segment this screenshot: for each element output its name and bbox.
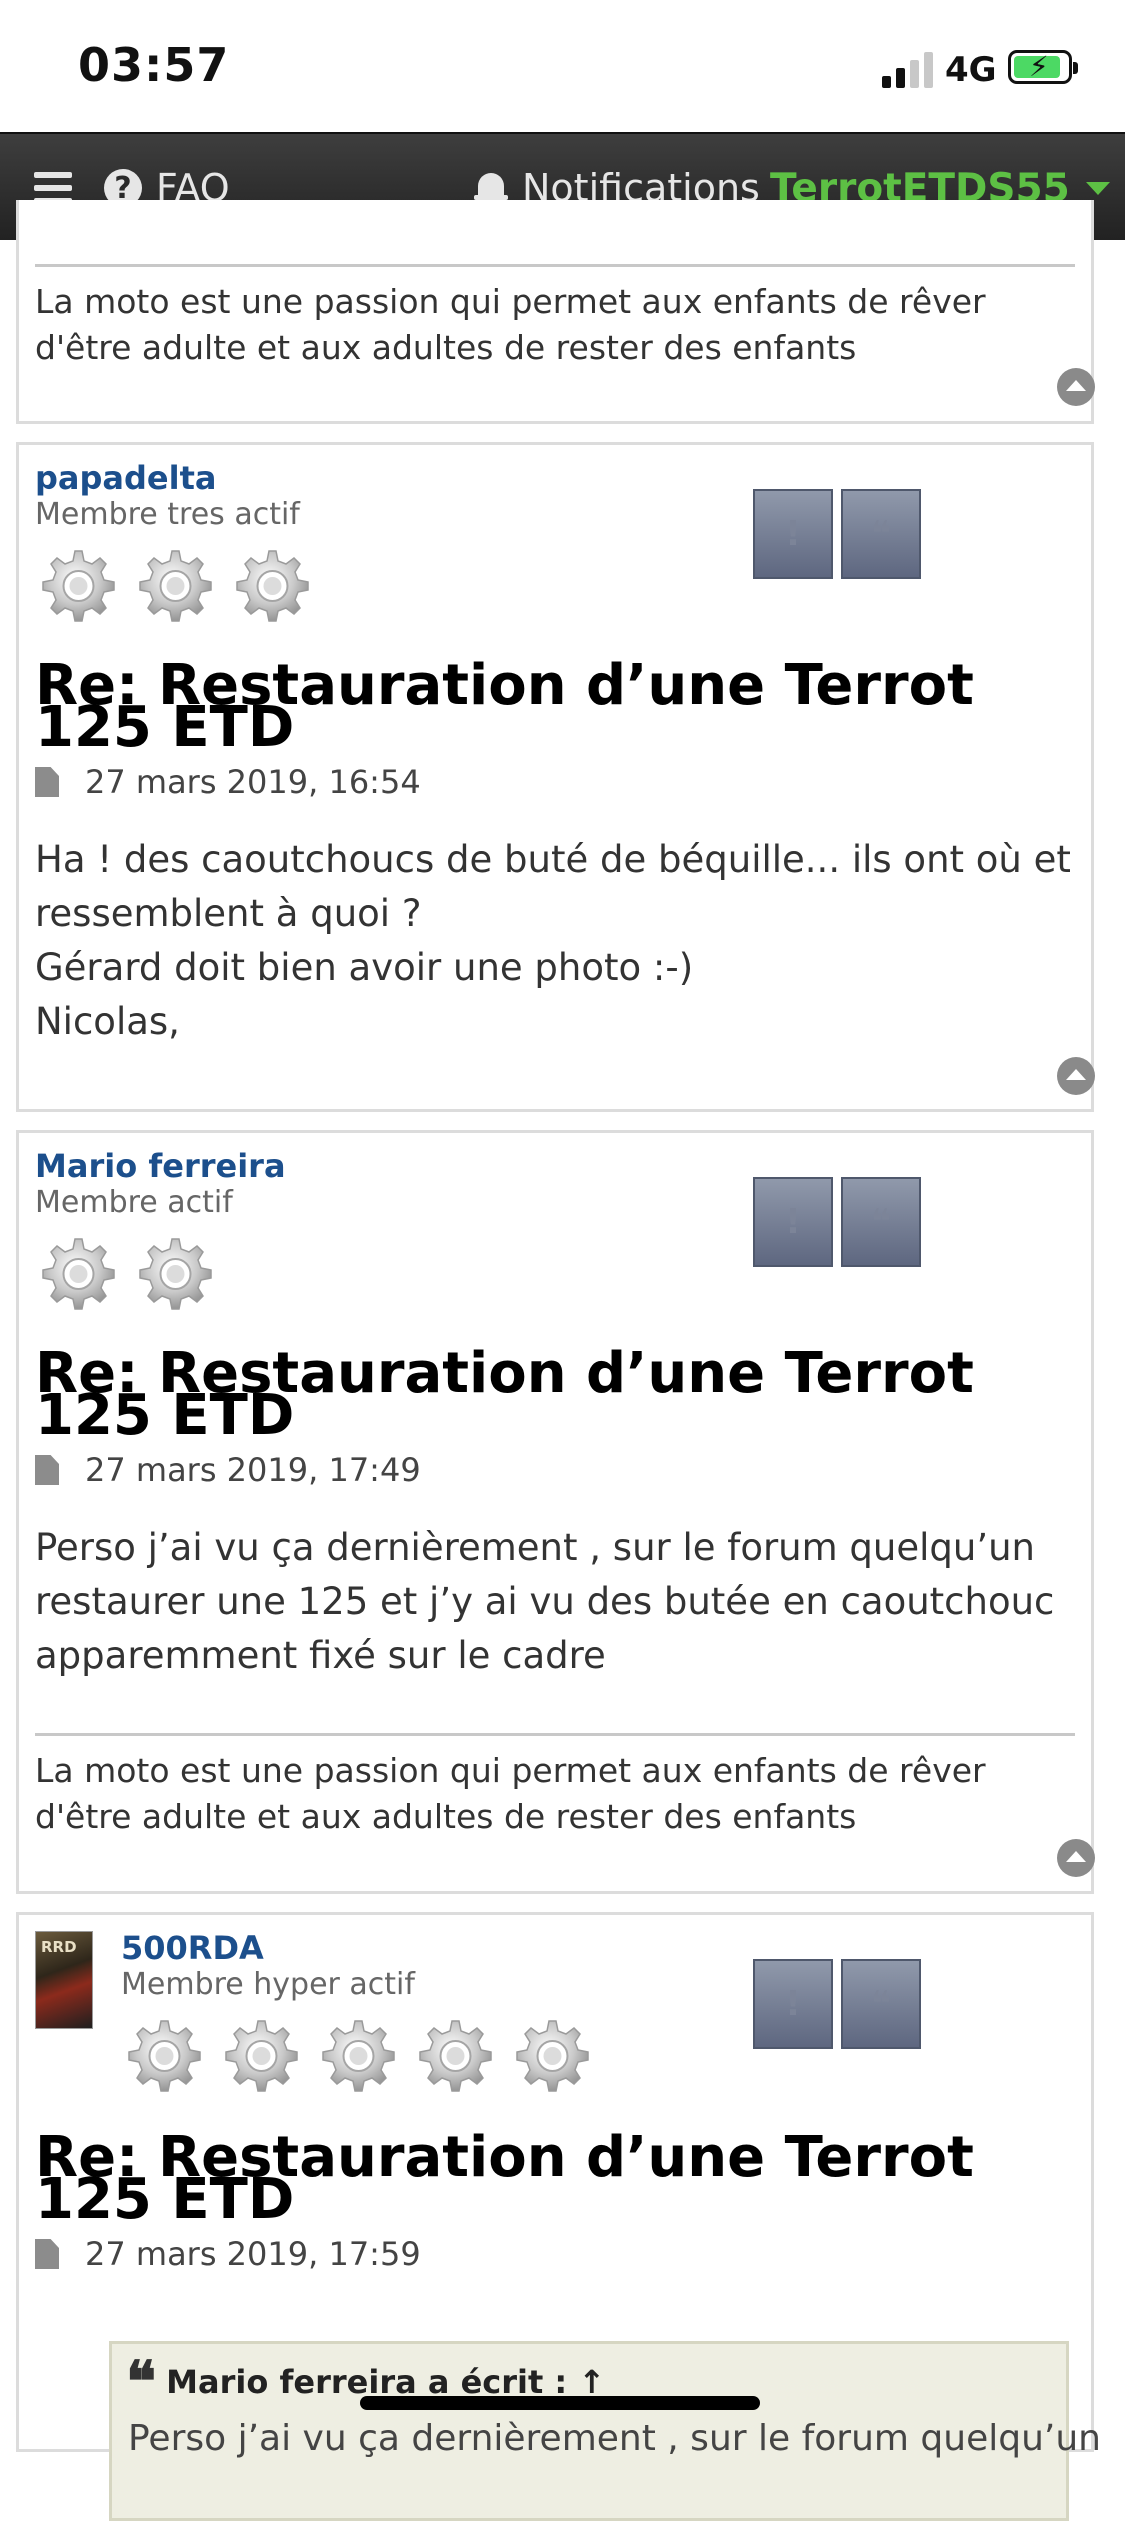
- post-date: 27 mars 2019, 17:49: [85, 1451, 421, 1489]
- exclamation-icon: !: [785, 1984, 801, 2024]
- signature-text: La moto est une passion qui permet aux e…: [35, 282, 986, 367]
- home-indicator: [360, 2396, 760, 2410]
- post-meta: 27 mars 2019, 17:49: [35, 1451, 421, 1489]
- status-bar: 03:57 4G ⚡: [0, 0, 1125, 132]
- post-date: 27 mars 2019, 16:54: [85, 763, 421, 801]
- post-buttons: ! ❝: [753, 1177, 929, 1267]
- back-to-top-icon[interactable]: [1057, 1839, 1095, 1877]
- post-author-rank: Membre actif: [35, 1185, 233, 1220]
- gear-icon: [42, 1238, 115, 1310]
- content-line: Ha ! des caoutchoucs de buté de béquille…: [35, 838, 1071, 935]
- gear-icon: [128, 2020, 201, 2092]
- quote-icon: ❝: [871, 514, 891, 554]
- quote-button[interactable]: ❝: [841, 1177, 921, 1267]
- post-2: Mario ferreira Membre actif ! ❝ Re: Rest…: [16, 1130, 1095, 1894]
- post-1: papadelta Membre tres actif ! ❝ Re: Rest…: [16, 442, 1095, 1112]
- post-author-rank: Membre hyper actif: [121, 1967, 415, 2002]
- quote-block: ❝ Mario ferreira a écrit : ↑ Perso j’ai …: [109, 2341, 1101, 2521]
- gear-icon: [419, 2020, 492, 2092]
- report-button[interactable]: !: [753, 1177, 833, 1267]
- post-title[interactable]: Re: Restauration d’une Terrot 125 ETD: [35, 1346, 1061, 1444]
- post-0: La moto est une passion qui permet aux e…: [16, 200, 1095, 424]
- rank-gears: [119, 2011, 604, 2101]
- post-title[interactable]: Re: Restauration d’une Terrot 125 ETD: [35, 2130, 1061, 2228]
- post-title[interactable]: Re: Restauration d’une Terrot 125 ETD: [35, 658, 1061, 756]
- post-author[interactable]: papadelta: [35, 459, 216, 497]
- post-3: RRD 500RDA Membre hyper actif ! ❝ Re: Re…: [16, 1912, 1101, 2521]
- document-icon: [35, 767, 59, 797]
- post-author[interactable]: 500RDA: [121, 1929, 264, 1967]
- post-signature: La moto est une passion qui permet aux e…: [35, 264, 1075, 371]
- network-type: 4G: [945, 50, 997, 90]
- post-buttons: ! ❝: [753, 1959, 929, 2049]
- content-line: Gérard doit bien avoir une photo :-): [35, 946, 694, 989]
- status-time: 03:57: [78, 38, 230, 92]
- document-icon: [35, 1455, 59, 1485]
- post-meta: 27 mars 2019, 16:54: [35, 763, 421, 801]
- content-line: Nicolas,: [35, 1000, 180, 1043]
- quote-icon: ❝: [126, 2349, 157, 2415]
- post-content: Perso j’ai vu ça dernièrement , sur le f…: [35, 1526, 1055, 1677]
- report-button[interactable]: !: [753, 1959, 833, 2049]
- gear-icon: [225, 2020, 298, 2092]
- quote-icon: ❝: [871, 1984, 891, 2024]
- gear-icon: [139, 1238, 212, 1310]
- exclamation-icon: !: [785, 1202, 801, 1242]
- post-content: Ha ! des caoutchoucs de buté de béquille…: [35, 833, 1071, 1049]
- post-buttons: ! ❝: [753, 489, 929, 579]
- post-date: 27 mars 2019, 17:59: [85, 2235, 421, 2273]
- post-signature: La moto est une passion qui permet aux e…: [35, 1733, 1075, 1840]
- quote-button[interactable]: ❝: [841, 489, 921, 579]
- post-author[interactable]: Mario ferreira: [35, 1147, 286, 1185]
- signal-icon: [882, 52, 934, 88]
- gear-icon: [236, 550, 309, 622]
- exclamation-icon: !: [785, 514, 801, 554]
- avatar-text: RRD: [41, 1938, 77, 1956]
- gear-icon: [42, 550, 115, 622]
- gear-icon: [139, 550, 212, 622]
- avatar[interactable]: RRD: [35, 1931, 93, 2029]
- rank-gears: [33, 1229, 227, 1319]
- post-meta: 27 mars 2019, 17:59: [35, 2235, 421, 2273]
- gear-icon: [322, 2020, 395, 2092]
- post-author-rank: Membre tres actif: [35, 497, 300, 532]
- battery-icon: ⚡: [1008, 50, 1078, 84]
- rank-gears: [33, 541, 324, 631]
- quote-button[interactable]: ❝: [841, 1959, 921, 2049]
- gear-icon: [516, 2020, 589, 2092]
- report-button[interactable]: !: [753, 489, 833, 579]
- quote-text: Perso j’ai vu ça dernièrement , sur le f…: [128, 2418, 1101, 2459]
- document-icon: [35, 2239, 59, 2269]
- signature-text: La moto est une passion qui permet aux e…: [35, 1751, 986, 1836]
- back-to-top-icon[interactable]: [1057, 1057, 1095, 1095]
- caret-down-icon: [1085, 181, 1110, 195]
- back-to-top-icon[interactable]: [1057, 368, 1095, 406]
- quote-icon: ❝: [871, 1202, 891, 1242]
